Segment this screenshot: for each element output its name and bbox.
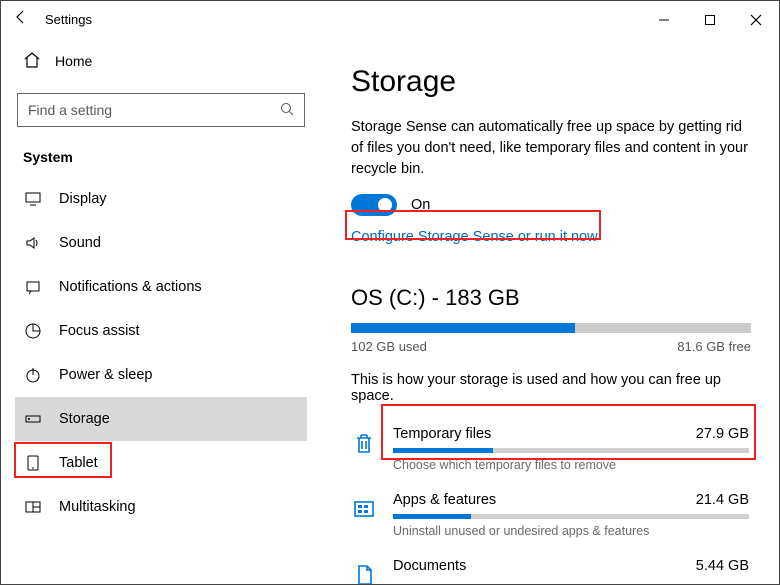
category-subtext: Uninstall unused or undesired apps & fea… <box>393 524 749 538</box>
sidebar-item-label: Multitasking <box>59 499 136 515</box>
search-placeholder: Find a setting <box>28 102 280 118</box>
trash-icon <box>351 430 377 456</box>
titlebar: Settings <box>1 1 779 37</box>
window-title: Settings <box>41 12 92 27</box>
sidebar: Home Find a setting System Display Sound… <box>1 37 321 584</box>
drive-usage-fill <box>351 323 575 333</box>
apps-icon <box>351 496 377 522</box>
multitasking-icon <box>23 497 43 517</box>
drive-usage-labels: 102 GB used 81.6 GB free <box>351 339 751 354</box>
power-icon <box>23 365 43 385</box>
sidebar-item-storage[interactable]: Storage <box>15 397 307 441</box>
search-input[interactable]: Find a setting <box>17 93 305 127</box>
storage-sense-toggle-label: On <box>411 197 430 213</box>
sidebar-item-notifications[interactable]: Notifications & actions <box>15 265 307 309</box>
home-label: Home <box>55 53 92 69</box>
storage-sense-toggle[interactable] <box>351 194 397 216</box>
sound-icon <box>23 233 43 253</box>
sidebar-item-power-sleep[interactable]: Power & sleep <box>15 353 307 397</box>
storage-category-temporary-files[interactable]: Temporary files 27.9 GB Choose which tem… <box>351 420 749 476</box>
sidebar-item-label: Tablet <box>59 455 98 471</box>
tablet-icon <box>23 453 43 473</box>
home-icon <box>23 51 41 72</box>
drive-free-label: 81.6 GB free <box>677 339 751 354</box>
category-bar <box>393 448 749 453</box>
sidebar-item-label: Sound <box>59 235 101 251</box>
storage-sense-description: Storage Sense can automatically free up … <box>351 117 749 180</box>
category-size: 27.9 GB <box>696 426 749 442</box>
drive-heading: OS (C:) - 183 GB <box>351 285 749 311</box>
sidebar-item-label: Notifications & actions <box>59 279 202 295</box>
display-icon <box>23 189 43 209</box>
search-icon <box>280 102 294 119</box>
home-link[interactable]: Home <box>15 41 307 81</box>
sidebar-item-tablet[interactable]: Tablet <box>15 441 307 485</box>
sidebar-item-label: Power & sleep <box>59 367 153 383</box>
minimize-button[interactable] <box>641 1 687 37</box>
category-name: Temporary files <box>393 426 491 442</box>
drive-usage-bar <box>351 323 751 333</box>
category-subtext: Choose which temporary files to remove <box>393 458 749 472</box>
sidebar-item-label: Focus assist <box>59 323 140 339</box>
notifications-icon <box>23 277 43 297</box>
sidebar-item-focus-assist[interactable]: Focus assist <box>15 309 307 353</box>
category-name: Apps & features <box>393 492 496 508</box>
category-bar <box>393 514 749 519</box>
storage-intro: This is how your storage is used and how… <box>351 372 749 404</box>
configure-storage-sense-link[interactable]: Configure Storage Sense or run it now <box>351 229 598 245</box>
documents-icon <box>351 562 377 584</box>
main-pane: Storage Storage Sense can automatically … <box>321 37 779 584</box>
page-title: Storage <box>351 65 749 99</box>
maximize-button[interactable] <box>687 1 733 37</box>
sidebar-item-sound[interactable]: Sound <box>15 221 307 265</box>
sidebar-item-display[interactable]: Display <box>15 177 307 221</box>
storage-icon <box>23 409 43 429</box>
drive-used-label: 102 GB used <box>351 339 427 354</box>
focus-icon <box>23 321 43 341</box>
sidebar-item-multitasking[interactable]: Multitasking <box>15 485 307 529</box>
close-button[interactable] <box>733 1 779 37</box>
sidebar-item-label: Storage <box>59 411 110 427</box>
sidebar-category: System <box>15 143 307 177</box>
storage-category-apps-features[interactable]: Apps & features 21.4 GB Uninstall unused… <box>351 486 749 542</box>
sidebar-item-label: Display <box>59 191 107 207</box>
category-size: 21.4 GB <box>696 492 749 508</box>
category-size: 5.44 GB <box>696 558 749 574</box>
storage-category-documents[interactable]: Documents 5.44 GB <box>351 552 749 584</box>
category-name: Documents <box>393 558 466 574</box>
back-button[interactable] <box>1 1 41 37</box>
